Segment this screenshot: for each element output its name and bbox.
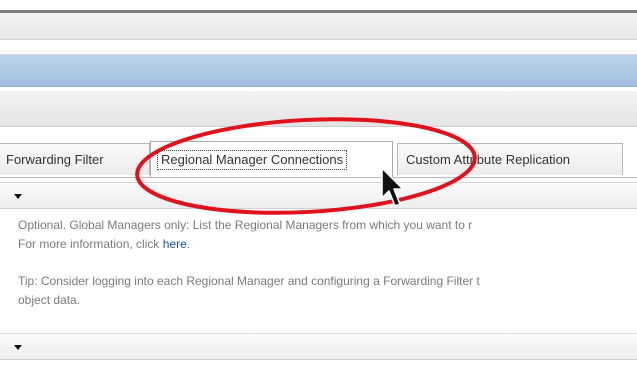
chevron-down-icon[interactable] [14,345,22,350]
tab-label: Regional Manager Connections [157,150,348,170]
tab-regional-manager-connections[interactable]: Regional Manager Connections [150,141,393,177]
tab-label: Forwarding Filter [6,152,104,167]
section-header[interactable] [0,333,637,360]
tab-forwarding-filter[interactable]: Forwarding Filter [0,143,150,175]
here-link[interactable]: here [163,237,187,251]
description-line: Optional. Global Managers only: List the… [18,218,473,232]
tab-custom-attribute-replication[interactable]: Custom Attribute Replication [397,143,623,175]
description-text: Optional. Global Managers only: List the… [18,216,637,310]
tab-baseline [0,177,637,178]
tab-label: Custom Attribute Replication [406,152,571,167]
tab-strip: Forwarding Filter Regional Manager Conne… [0,137,637,177]
description-line: For more information, click here. [18,235,637,254]
more-info-text: For more information, click [18,237,160,251]
subheader-band [0,91,637,127]
header-bar [0,54,637,87]
section-header[interactable] [0,182,637,209]
tip-line: object data. [18,293,81,307]
toolbar-band [0,13,637,40]
tip-line: Tip: Consider logging into each Regional… [18,274,480,288]
chevron-down-icon[interactable] [14,194,22,199]
punctuation: . [186,237,191,251]
